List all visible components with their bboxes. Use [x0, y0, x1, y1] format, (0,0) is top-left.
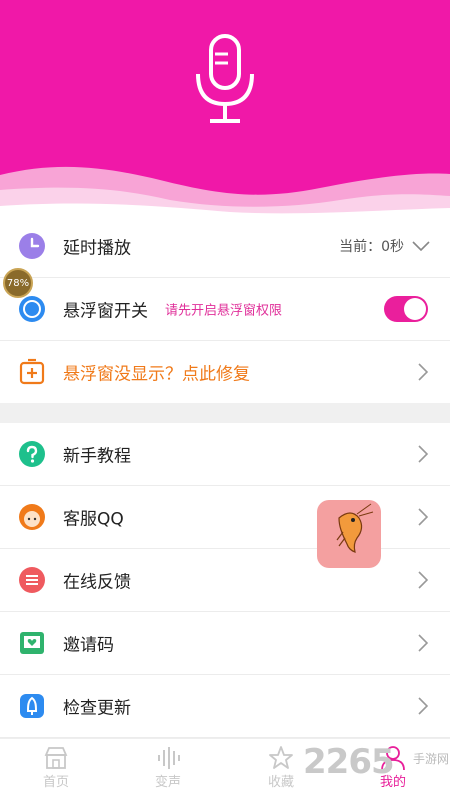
float-window-label: 悬浮窗开关: [63, 301, 148, 322]
delay-playback-label: 延时播放: [63, 238, 131, 259]
chevron-down-icon[interactable]: [412, 241, 430, 251]
chevron-right-icon: [418, 634, 428, 652]
float-repair-row[interactable]: 悬浮窗没显示？点此修复: [0, 341, 450, 404]
menu-section: 新手教程 客服QQ 在线反馈 邀请码 检查更新: [0, 423, 450, 738]
clock-icon: [19, 233, 45, 259]
settings-section: 延时播放 当前：0秒 悬浮窗开关 请先开启悬浮窗权限 悬浮窗没显示？点此修复: [0, 215, 450, 404]
toggle-knob: [404, 298, 426, 320]
chevron-right-icon: [418, 571, 428, 589]
delay-value: 当前：0秒: [339, 239, 404, 255]
tab-label: 变声: [154, 775, 181, 790]
tab-label: 首页: [42, 775, 69, 790]
floating-window-button[interactable]: [317, 500, 381, 568]
avatar-icon: [19, 504, 45, 530]
chevron-right-icon: [418, 697, 428, 715]
chevron-right-icon: [418, 508, 428, 526]
header-banner: [0, 0, 450, 215]
menu-item-label: 在线反馈: [63, 572, 131, 593]
microphone-icon[interactable]: [192, 34, 258, 126]
watermark: 2265 手游网: [303, 742, 450, 794]
star-icon: [269, 746, 293, 769]
delay-playback-row[interactable]: 延时播放 当前：0秒: [0, 215, 450, 278]
menu-item-invite-code[interactable]: 邀请码: [0, 612, 450, 675]
circle-icon: [19, 296, 45, 322]
menu-item-check-update[interactable]: 检查更新: [0, 675, 450, 738]
float-window-toggle[interactable]: [384, 296, 428, 322]
tab-home[interactable]: 首页: [11, 739, 101, 800]
menu-item-feedback[interactable]: 在线反馈: [0, 549, 450, 612]
update-icon: [20, 694, 44, 718]
feedback-icon: [19, 567, 45, 593]
watermark-text: 手游网: [413, 752, 450, 766]
chevron-right-icon: [418, 363, 428, 381]
progress-badge[interactable]: 78%: [3, 268, 33, 298]
menu-item-label: 新手教程: [63, 446, 131, 467]
float-repair-label: 悬浮窗没显示？点此修复: [63, 364, 250, 385]
tab-voice-change[interactable]: 变声: [123, 739, 213, 800]
float-window-row: 悬浮窗开关 请先开启悬浮窗权限: [0, 278, 450, 341]
menu-item-label: 邀请码: [63, 635, 114, 656]
float-permission-hint[interactable]: 请先开启悬浮窗权限: [165, 300, 282, 319]
chevron-right-icon: [418, 445, 428, 463]
menu-item-label: 客服QQ: [63, 509, 124, 530]
section-divider: [0, 403, 450, 423]
shrimp-icon: [336, 503, 374, 553]
repair-icon: [19, 358, 45, 385]
menu-item-tutorial[interactable]: 新手教程: [0, 423, 450, 486]
watermark-number: 2265: [303, 742, 395, 782]
menu-item-service-qq[interactable]: 客服QQ: [0, 486, 450, 549]
header-wave: [0, 166, 450, 215]
question-icon: [19, 441, 45, 467]
invite-icon: [20, 632, 44, 654]
home-icon: [44, 747, 68, 769]
menu-item-label: 检查更新: [63, 698, 131, 719]
waveform-icon: [158, 747, 180, 769]
